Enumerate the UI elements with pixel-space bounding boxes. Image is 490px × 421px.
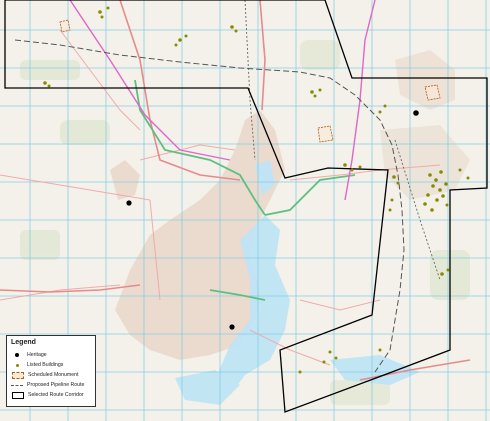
heritage-symbol-icon (15, 353, 19, 357)
legend-label: Scheduled Monument (28, 372, 79, 378)
legend-item-listed-buildings: Listed Buildings (11, 360, 91, 370)
legend-label: Proposed Pipeline Route (27, 382, 85, 388)
monument-symbol-icon (12, 371, 24, 379)
pipeline-symbol-icon (11, 384, 23, 386)
corridor-symbol-icon (12, 391, 24, 399)
legend-item-scheduled-monument: Scheduled Monument (11, 370, 91, 380)
legend-item-heritage: Heritage (11, 350, 91, 360)
route-corridor-map: Legend Heritage Listed Buildings Schedul… (0, 0, 490, 421)
legend-label: Selected Route Corridor (28, 392, 84, 398)
listed-building-symbol-icon (15, 363, 19, 367)
legend-title: Legend (11, 339, 36, 346)
legend-item-pipeline-route: Proposed Pipeline Route (11, 380, 91, 390)
legend-item-route-corridor: Selected Route Corridor (11, 390, 91, 400)
map-legend: Legend Heritage Listed Buildings Schedul… (6, 335, 96, 407)
legend-label: Heritage (27, 352, 47, 358)
legend-label: Listed Buildings (27, 362, 64, 368)
